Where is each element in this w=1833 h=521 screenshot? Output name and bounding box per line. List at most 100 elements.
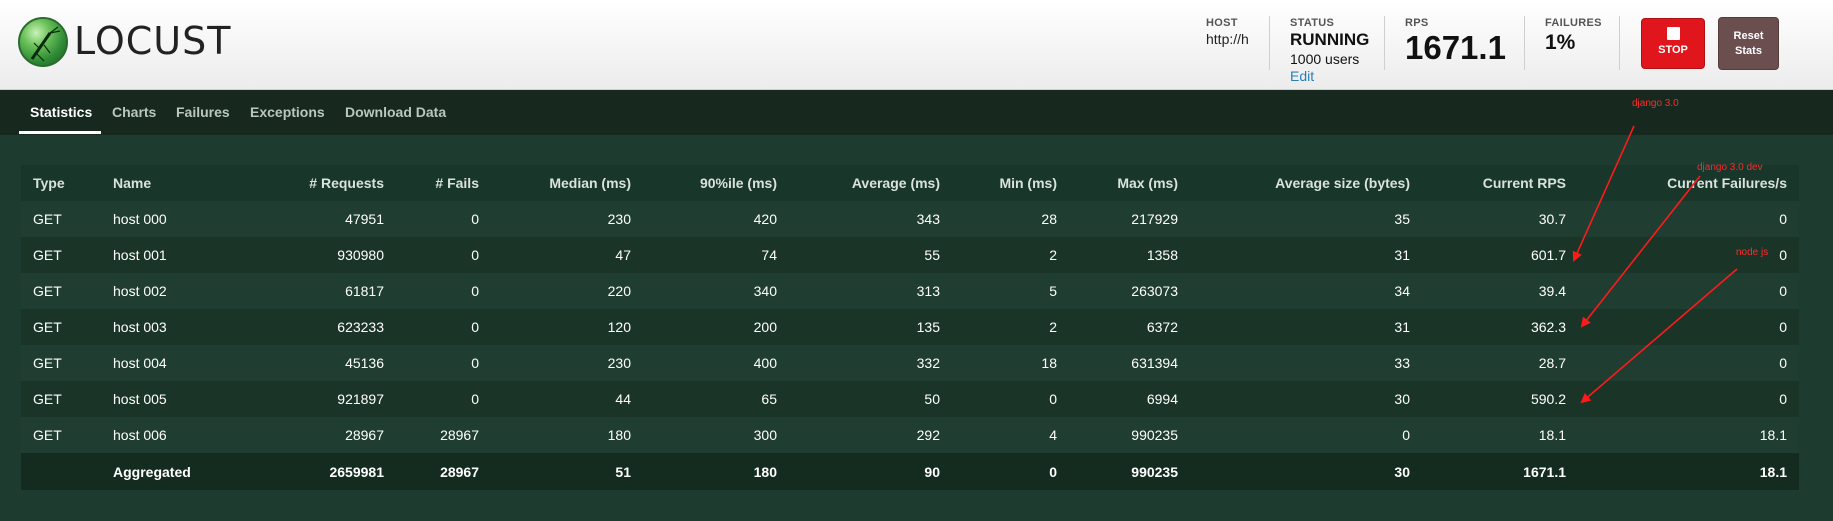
col-header[interactable]: Average size (bytes) xyxy=(1190,165,1422,201)
tab-download-data[interactable]: Download Data xyxy=(345,104,446,120)
table-cell: 44 xyxy=(615,391,631,407)
col-header[interactable]: Min (ms) xyxy=(952,165,1069,201)
tab-charts[interactable]: Charts xyxy=(112,104,156,120)
table-cell: 0 xyxy=(471,211,479,227)
table-row: GET host 005 921897 0 44 65 50 0 6994 30 590.2 0 xyxy=(21,381,1799,417)
stop-button[interactable]: STOP xyxy=(1641,18,1705,69)
table-cell: 1358 xyxy=(1146,247,1178,263)
col-header[interactable]: 90%ile (ms) xyxy=(643,165,789,201)
table-cell: host 005 xyxy=(113,391,167,407)
annotation-django-3-0-dev: django 3.0 dev xyxy=(1697,162,1763,173)
table-cell: 55 xyxy=(924,247,940,263)
divider xyxy=(1269,16,1270,70)
table-cell: 0 xyxy=(1779,319,1787,335)
col-header[interactable]: Name xyxy=(101,165,216,201)
reset-stats-button[interactable]: Reset Stats xyxy=(1718,17,1779,70)
table-cell: 39.4 xyxy=(1538,283,1566,299)
col-header[interactable]: Average (ms) xyxy=(789,165,952,201)
aggregated-cell: 1671.1 xyxy=(1523,463,1566,480)
table-row: GET host 000 47951 0 230 420 343 28 217929 35 30.7… xyxy=(21,201,1799,237)
table-cell: 18 xyxy=(1041,355,1057,371)
table-cell: host 003 xyxy=(113,319,167,335)
table-cell: 47 xyxy=(615,247,631,263)
status-label: STATUS xyxy=(1290,17,1335,29)
table-cell: GET xyxy=(33,247,62,263)
table-cell: 50 xyxy=(924,391,940,407)
table-cell: GET xyxy=(33,319,62,335)
rps-stat: RPS 1671.1 xyxy=(1405,17,1506,67)
rps-label: RPS xyxy=(1405,17,1429,29)
table-cell: 601.7 xyxy=(1530,247,1566,263)
table-header-row: Type Name # Requests # Fails Median (ms)… xyxy=(21,165,1799,201)
table-row: GET host 004 45136 0 230 400 332 18 631394 33 28.7… xyxy=(21,345,1799,381)
table-cell: 65 xyxy=(761,391,777,407)
table-cell: 217929 xyxy=(1131,211,1178,227)
table-row: GET host 003 623233 0 120 200 135 2 6372 31 362.3 0 xyxy=(21,309,1799,345)
col-header[interactable]: Type xyxy=(21,165,101,201)
locust-logo-icon xyxy=(18,17,68,67)
table-cell: 0 xyxy=(1779,283,1787,299)
table-cell: GET xyxy=(33,427,62,443)
table-cell: 0 xyxy=(1779,391,1787,407)
table-cell: 263073 xyxy=(1131,283,1178,299)
col-header[interactable]: Max (ms) xyxy=(1069,165,1190,201)
table-cell: 230 xyxy=(607,211,631,227)
table-cell: 990235 xyxy=(1131,427,1178,443)
tab-failures[interactable]: Failures xyxy=(176,104,230,120)
col-header[interactable]: Current Failures/s xyxy=(1578,165,1799,201)
table-row: GET host 002 61817 0 220 340 313 5 263073 34 39.4 0 xyxy=(21,273,1799,309)
tab-exceptions[interactable]: Exceptions xyxy=(250,104,325,120)
table-cell: 5 xyxy=(1049,283,1057,299)
user-count: 1000 users xyxy=(1290,51,1360,67)
table-cell: 28967 xyxy=(440,427,479,443)
table-cell: 200 xyxy=(753,319,777,335)
status-stat: STATUS RUNNING 1000 users Edit xyxy=(1290,17,1369,84)
table-cell: 343 xyxy=(916,211,940,227)
reset-label-line1: Reset xyxy=(1733,30,1764,42)
table-cell: 220 xyxy=(607,283,631,299)
aggregated-cell: 18.1 xyxy=(1759,463,1787,480)
table-cell: 18.1 xyxy=(1538,427,1566,443)
table-cell: GET xyxy=(33,211,62,227)
host-stat: HOST http://h xyxy=(1206,17,1249,47)
table-cell: 921897 xyxy=(337,391,384,407)
active-tab-indicator xyxy=(19,131,101,134)
col-header[interactable]: # Fails xyxy=(396,165,491,201)
table-cell: 28967 xyxy=(345,427,384,443)
edit-users-link[interactable]: Edit xyxy=(1290,68,1369,84)
table-cell: 31 xyxy=(1394,247,1410,263)
divider xyxy=(1619,16,1620,70)
aggregated-cell: 990235 xyxy=(1131,463,1178,480)
table-cell: GET xyxy=(33,283,62,299)
top-bar: LOCUST HOST http://h STATUS RUNNING 1000… xyxy=(0,0,1833,90)
col-header[interactable]: Current RPS xyxy=(1422,165,1578,201)
col-header[interactable]: # Requests xyxy=(216,165,396,201)
table-cell: 74 xyxy=(761,247,777,263)
table-cell: host 001 xyxy=(113,247,167,263)
table-cell: 33 xyxy=(1394,355,1410,371)
aggregated-cell xyxy=(21,453,101,490)
rps-value: 1671.1 xyxy=(1405,29,1506,66)
table-cell: 930980 xyxy=(337,247,384,263)
table-cell: 0 xyxy=(1049,391,1057,407)
table-cell: 0 xyxy=(1779,355,1787,371)
table-cell: 631394 xyxy=(1131,355,1178,371)
table-row: GET host 001 930980 0 47 74 55 2 1358 31 601.7 0 xyxy=(21,237,1799,273)
table-cell: 61817 xyxy=(345,283,384,299)
tab-statistics[interactable]: Statistics xyxy=(30,104,92,120)
stop-label: STOP xyxy=(1658,44,1688,56)
table-cell: 0 xyxy=(471,355,479,371)
table-cell: 300 xyxy=(753,427,777,443)
col-header[interactable]: Median (ms) xyxy=(491,165,643,201)
table-cell: 0 xyxy=(1779,211,1787,227)
statistics-table-container: Type Name # Requests # Fails Median (ms)… xyxy=(21,165,1799,490)
table-cell: 180 xyxy=(607,427,631,443)
table-cell: 590.2 xyxy=(1530,391,1566,407)
table-cell: 2 xyxy=(1049,247,1057,263)
table-cell: 45136 xyxy=(345,355,384,371)
aggregated-cell: 2659981 xyxy=(329,463,384,480)
table-cell: 120 xyxy=(607,319,631,335)
aggregated-cell: 30 xyxy=(1394,463,1410,480)
table-cell: host 006 xyxy=(113,427,167,443)
table-cell: GET xyxy=(33,391,62,407)
